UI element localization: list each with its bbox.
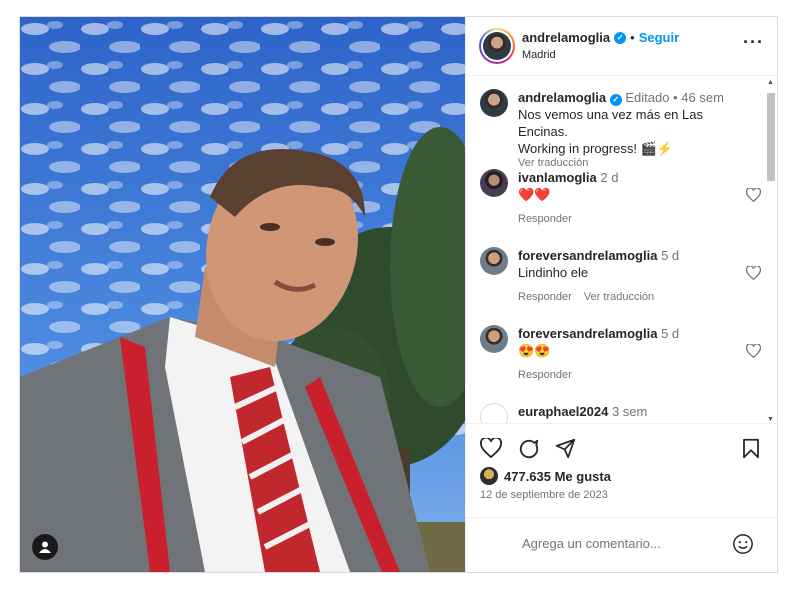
location-link[interactable]: Madrid xyxy=(522,49,556,61)
follow-button[interactable]: Seguir xyxy=(639,30,679,45)
comment-text: 😍😍 xyxy=(518,343,551,358)
scroll-thumb[interactable] xyxy=(767,93,775,181)
add-comment-bar xyxy=(466,517,778,572)
action-bar xyxy=(466,423,778,467)
avatar[interactable] xyxy=(483,32,511,60)
edited-label: Editado xyxy=(625,90,670,105)
bookmark-icon[interactable] xyxy=(742,438,760,459)
caption-time[interactable]: 46 sem xyxy=(681,90,724,105)
reply-button[interactable]: Responder xyxy=(518,291,572,303)
comment-time[interactable]: 3 sem xyxy=(612,404,647,419)
story-ring[interactable] xyxy=(479,28,515,64)
avatar[interactable] xyxy=(480,325,508,353)
comment-time[interactable]: 5 d xyxy=(661,248,679,263)
reply-button[interactable]: Responder xyxy=(518,369,572,381)
translate-link[interactable]: Ver traducción xyxy=(584,291,654,303)
verified-badge-icon: ✓ xyxy=(614,31,627,44)
comment-text: Lindinho ele xyxy=(518,265,589,280)
comments-scrollbar[interactable]: ▲ ▼ xyxy=(765,79,775,423)
scroll-down-arrow-icon[interactable]: ▼ xyxy=(767,416,774,423)
comment-username[interactable]: foreversandrelamoglia xyxy=(518,248,657,263)
post-date: 12 de septiembre de 2023 xyxy=(480,489,608,501)
comment-like-icon[interactable] xyxy=(746,344,761,358)
comment-text: ❤️❤️ xyxy=(518,187,551,202)
separator: • xyxy=(673,90,678,105)
comment-input[interactable] xyxy=(522,536,722,551)
avatar[interactable] xyxy=(480,403,508,423)
translate-link[interactable]: Ver traducción xyxy=(518,157,588,169)
header-username[interactable]: andrelamoglia xyxy=(522,30,610,45)
avatar[interactable] xyxy=(480,89,508,117)
comment-time[interactable]: 2 d xyxy=(600,170,618,185)
caption-text-line2: Working in progress! 🎬⚡ xyxy=(518,141,673,156)
reply-button[interactable]: Responder xyxy=(518,213,572,225)
comment-username[interactable]: foreversandrelamoglia xyxy=(518,326,657,341)
likes-label[interactable]: 477.635 Me gusta xyxy=(504,469,611,484)
header-user-line: andrelamoglia ✓ • Seguir xyxy=(522,30,679,45)
avatar xyxy=(480,467,498,485)
comments-list[interactable]: andrelamoglia ✓ Editado • 46 sem Nos vem… xyxy=(466,77,778,423)
verified-badge-icon: ✓ xyxy=(609,93,622,106)
post-photo[interactable] xyxy=(20,17,465,572)
more-options-icon[interactable]: ··· xyxy=(743,33,764,51)
comment-username[interactable]: euraphael2024 xyxy=(518,404,608,419)
post-sidebar: andrelamoglia ✓ • Seguir Madrid ··· andr… xyxy=(465,17,778,572)
avatar[interactable] xyxy=(480,247,508,275)
share-icon[interactable] xyxy=(555,438,576,459)
avatar[interactable] xyxy=(480,169,508,197)
caption-text-line1: Nos vemos una vez más en Las Encinas. xyxy=(518,107,703,139)
scroll-up-arrow-icon[interactable]: ▲ xyxy=(767,79,774,86)
selfie-illustration xyxy=(20,17,465,572)
comment-username[interactable]: ivanlamoglia xyxy=(518,170,597,185)
comment-time[interactable]: 5 d xyxy=(661,326,679,341)
post-modal: andrelamoglia ✓ • Seguir Madrid ··· andr… xyxy=(19,16,778,573)
comment-icon[interactable] xyxy=(518,438,540,460)
separator: • xyxy=(630,30,635,45)
caption-username[interactable]: andrelamoglia xyxy=(518,90,606,105)
comment-like-icon[interactable] xyxy=(746,188,761,202)
post-header: andrelamoglia ✓ • Seguir Madrid ··· xyxy=(466,17,778,76)
user-tag-icon[interactable] xyxy=(32,534,58,560)
comment-like-icon[interactable] xyxy=(746,266,761,280)
heart-icon[interactable] xyxy=(480,438,502,458)
emoji-icon[interactable] xyxy=(732,533,754,555)
likes-count[interactable]: 477.635 Me gusta xyxy=(480,467,611,485)
